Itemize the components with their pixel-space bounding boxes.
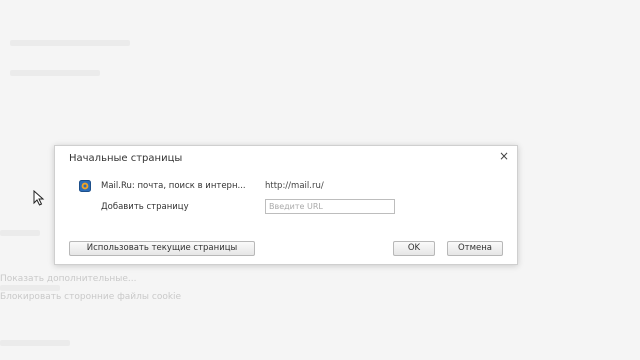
mouse-cursor-icon <box>33 190 45 206</box>
browser-settings-page: Показать дополнительные... Блокировать с… <box>0 0 640 360</box>
background-blur-line <box>10 40 130 46</box>
add-page-row: Добавить страницу <box>79 199 495 215</box>
mailru-favicon-icon <box>79 180 91 192</box>
add-page-label: Добавить страницу <box>101 202 189 212</box>
startup-pages-dialog: Начальные страницы × Mail.Ru: почта, пои… <box>54 145 518 265</box>
cancel-button[interactable]: Отмена <box>447 241 503 256</box>
background-blur-line <box>0 230 40 236</box>
use-current-pages-button[interactable]: Использовать текущие страницы <box>69 241 255 256</box>
background-blur-line <box>0 285 60 291</box>
background-text: Показать дополнительные... <box>0 274 137 284</box>
startup-page-item[interactable]: Mail.Ru: почта, поиск в интерн... http:/… <box>79 179 495 195</box>
startup-page-url: http://mail.ru/ <box>265 181 324 191</box>
ok-button[interactable]: OK <box>393 241 435 256</box>
url-input[interactable] <box>265 199 395 214</box>
dialog-title: Начальные страницы <box>69 153 183 164</box>
background-blur-line <box>0 340 70 346</box>
background-blur-line <box>10 70 100 76</box>
close-icon[interactable]: × <box>498 150 510 162</box>
startup-page-name: Mail.Ru: почта, поиск в интерн... <box>101 181 246 191</box>
background-text: Блокировать сторонние файлы cookie <box>0 292 182 302</box>
